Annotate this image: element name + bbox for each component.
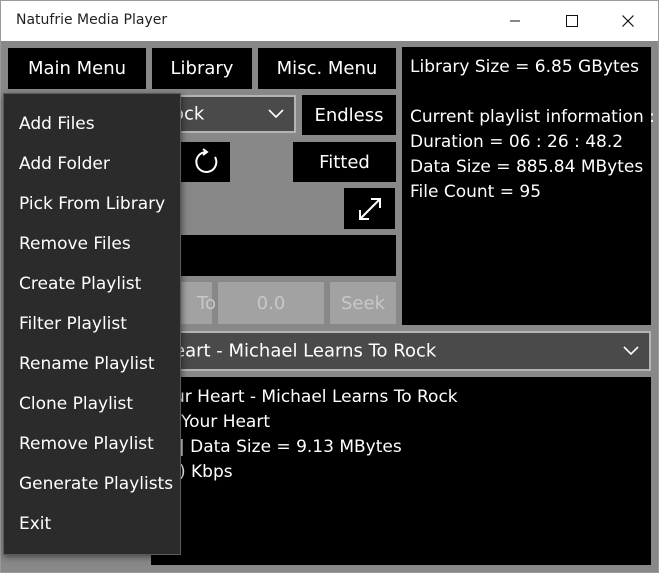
menu-item-pick-from-library[interactable]: Pick From Library xyxy=(19,194,165,214)
menu-item-remove-files[interactable]: Remove Files xyxy=(19,234,131,254)
app-window: Natufrie Media Player Main Menu Library … xyxy=(0,0,659,573)
window-title: Natufrie Media Player xyxy=(16,12,168,28)
menu-item-exit[interactable]: Exit xyxy=(19,514,51,534)
expand-button[interactable] xyxy=(344,188,395,229)
menu-item-add-files[interactable]: Add Files xyxy=(19,114,95,134)
duration-text: Duration = 06 : 26 : 48.2 xyxy=(410,132,624,152)
main-menu-button[interactable]: Main Menu xyxy=(8,48,146,89)
minimize-icon xyxy=(510,20,520,22)
file-count-text: File Count = 95 xyxy=(410,182,542,202)
menu-item-filter-playlist[interactable]: Filter Playlist xyxy=(19,314,127,334)
playlist-info-heading: Current playlist information : xyxy=(410,107,655,127)
endless-button[interactable]: Endless xyxy=(302,95,396,135)
track-title-text: ur Heart - Michael Learns To Rock xyxy=(174,387,458,407)
chevron-down-icon xyxy=(268,109,284,119)
library-info-panel: Library Size = 6.85 GBytes Current playl… xyxy=(402,47,655,325)
library-size-text: Library Size = 6.85 GBytes xyxy=(410,57,639,77)
maximize-icon xyxy=(566,15,578,27)
menu-item-add-folder[interactable]: Add Folder xyxy=(19,154,110,174)
fitted-label: Fitted xyxy=(319,151,370,173)
expand-icon xyxy=(358,197,381,220)
fitted-button[interactable]: Fitted xyxy=(293,142,396,182)
main-menu-label: Main Menu xyxy=(27,58,127,79)
menu-item-rename-playlist[interactable]: Rename Playlist xyxy=(19,354,155,374)
endless-label: Endless xyxy=(314,104,384,126)
library-label: Library xyxy=(170,58,234,79)
data-size-text: Data Size = 885.84 MBytes xyxy=(410,157,644,177)
menu-item-create-playlist[interactable]: Create Playlist xyxy=(19,274,141,294)
seek-label: Seek xyxy=(341,292,385,314)
chevron-down-icon xyxy=(623,346,639,356)
title-bar: Natufrie Media Player xyxy=(1,1,658,41)
refresh-button[interactable] xyxy=(181,142,230,182)
now-playing-field xyxy=(151,235,396,276)
menu-item-remove-playlist[interactable]: Remove Playlist xyxy=(19,434,154,454)
library-button[interactable]: Library xyxy=(152,48,252,89)
misc-menu-button[interactable]: Misc. Menu xyxy=(258,48,396,89)
refresh-icon xyxy=(194,148,217,173)
seek-button[interactable]: Seek xyxy=(330,282,396,324)
minimize-button[interactable] xyxy=(488,1,543,41)
misc-menu-label: Misc. Menu xyxy=(276,58,378,79)
track-select[interactable]: eart - Michael Learns To Rock xyxy=(151,331,651,371)
seek-position-input[interactable]: 0.0 xyxy=(218,282,324,324)
track-select-value: eart - Michael Learns To Rock xyxy=(174,340,437,362)
track-album-text: Your Heart xyxy=(181,412,271,432)
menu-item-generate-playlists[interactable]: Generate Playlists xyxy=(19,474,173,494)
main-menu-dropdown: Add Files Add Folder Pick From Library R… xyxy=(3,93,181,555)
close-icon xyxy=(622,15,634,27)
maximize-button[interactable] xyxy=(545,1,600,41)
close-button[interactable] xyxy=(601,1,656,41)
track-info-panel: ur Heart - Michael Learns To Rock Your H… xyxy=(151,377,651,565)
menu-item-clone-playlist[interactable]: Clone Playlist xyxy=(19,394,133,414)
seek-position-value: 0.0 xyxy=(256,292,286,314)
track-data-size-text: | Data Size = 9.13 MBytes xyxy=(179,437,402,457)
track-bitrate-text: ) Kbps xyxy=(179,462,233,482)
